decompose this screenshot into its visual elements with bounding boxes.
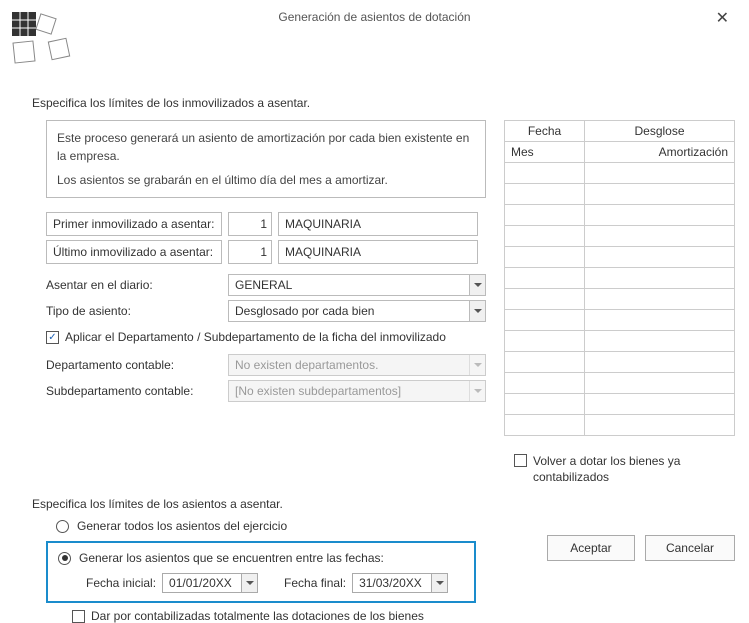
app-logo <box>12 12 76 79</box>
dept-combo: No existen departamentos. <box>228 354 486 376</box>
date-initial-value: 01/01/20XX <box>163 574 241 592</box>
table-row <box>585 310 735 331</box>
first-asset-name[interactable]: MAQUINARIA <box>278 212 478 236</box>
redepreciate-label: Volver a dotar los bienes ya contabiliza… <box>533 454 713 485</box>
dept-value: No existen departamentos. <box>229 355 469 375</box>
table-row <box>505 268 585 289</box>
table-row <box>585 373 735 394</box>
chevron-down-icon[interactable] <box>431 574 447 592</box>
table-row <box>505 205 585 226</box>
diary-value: GENERAL <box>229 275 469 295</box>
subdept-value: [No existen subdepartamentos] <box>229 381 469 401</box>
table-row <box>585 163 735 184</box>
diary-combo[interactable]: GENERAL <box>228 274 486 296</box>
info-line1: Este proceso generará un asiento de amor… <box>57 129 475 165</box>
section-limits-assets: Especifica los límites de los inmoviliza… <box>32 96 735 110</box>
table-row <box>585 352 735 373</box>
last-asset-name[interactable]: MAQUINARIA <box>278 240 478 264</box>
diary-label: Asentar en el diario: <box>46 274 222 296</box>
table-row <box>585 205 735 226</box>
chevron-down-icon[interactable] <box>469 301 485 321</box>
apply-dept-checkbox[interactable]: ✓ <box>46 331 59 344</box>
table-row <box>585 331 735 352</box>
close-icon[interactable]: ✕ <box>710 6 735 30</box>
entry-type-combo[interactable]: Desglosado por cada bien <box>228 300 486 322</box>
table-row <box>585 394 735 415</box>
breakdown-table: Fecha Desglose Mes Amortización <box>504 120 735 436</box>
section-limits-entries: Especifica los límites de los asientos a… <box>32 497 735 511</box>
table-row <box>585 289 735 310</box>
dialog-title: Generación de asientos de dotación <box>14 8 735 24</box>
accept-button[interactable]: Aceptar <box>547 535 635 561</box>
mark-done-label: Dar por contabilizadas totalmente las do… <box>91 609 424 623</box>
subdept-label: Subdepartamento contable: <box>46 380 222 402</box>
chevron-down-icon[interactable] <box>241 574 257 592</box>
radio-between-dates[interactable] <box>58 552 71 565</box>
mark-done-checkbox[interactable] <box>72 610 85 623</box>
table-row <box>585 247 735 268</box>
chevron-down-icon[interactable] <box>469 275 485 295</box>
table-row <box>585 226 735 247</box>
date-initial-input[interactable]: 01/01/20XX <box>162 573 258 593</box>
dept-label: Departamento contable: <box>46 354 222 376</box>
table-row <box>505 163 585 184</box>
col-desglose: Desglose <box>585 121 735 142</box>
table-row <box>505 352 585 373</box>
table-row <box>505 331 585 352</box>
table-row <box>505 373 585 394</box>
chevron-down-icon <box>469 381 485 401</box>
last-asset-label: Último inmovilizado a asentar: <box>46 240 222 264</box>
chevron-down-icon <box>469 355 485 375</box>
table-row <box>505 289 585 310</box>
table-row <box>505 310 585 331</box>
first-asset-number[interactable]: 1 <box>228 212 272 236</box>
table-row <box>505 226 585 247</box>
table-row <box>505 247 585 268</box>
date-final-input[interactable]: 31/03/20XX <box>352 573 448 593</box>
date-final-label: Fecha final: <box>284 576 346 590</box>
date-final-value: 31/03/20XX <box>353 574 431 592</box>
table-row <box>505 184 585 205</box>
entry-type-label: Tipo de asiento: <box>46 300 222 322</box>
table-row <box>585 268 735 289</box>
info-line2: Los asientos se grabarán en el último dí… <box>57 171 475 189</box>
cell-mes: Mes <box>505 142 585 163</box>
radio-between-label: Generar los asientos que se encuentren e… <box>79 551 384 565</box>
cancel-button[interactable]: Cancelar <box>645 535 735 561</box>
table-row <box>505 415 585 436</box>
first-asset-label: Primer inmovilizado a asentar: <box>46 212 222 236</box>
apply-dept-label: Aplicar el Departamento / Subdepartament… <box>65 330 446 344</box>
redepreciate-checkbox[interactable] <box>514 454 527 467</box>
radio-all-entries[interactable] <box>56 520 69 533</box>
entry-type-value: Desglosado por cada bien <box>229 301 469 321</box>
col-fecha: Fecha <box>505 121 585 142</box>
date-initial-label: Fecha inicial: <box>86 576 156 590</box>
info-box: Este proceso generará un asiento de amor… <box>46 120 486 198</box>
last-asset-number[interactable]: 1 <box>228 240 272 264</box>
radio-all-label: Generar todos los asientos del ejercicio <box>77 519 287 533</box>
table-row <box>585 415 735 436</box>
cell-amort: Amortización <box>585 142 735 163</box>
subdept-combo: [No existen subdepartamentos] <box>228 380 486 402</box>
date-range-group: Generar los asientos que se encuentren e… <box>46 541 476 603</box>
table-row <box>505 394 585 415</box>
table-row <box>585 184 735 205</box>
